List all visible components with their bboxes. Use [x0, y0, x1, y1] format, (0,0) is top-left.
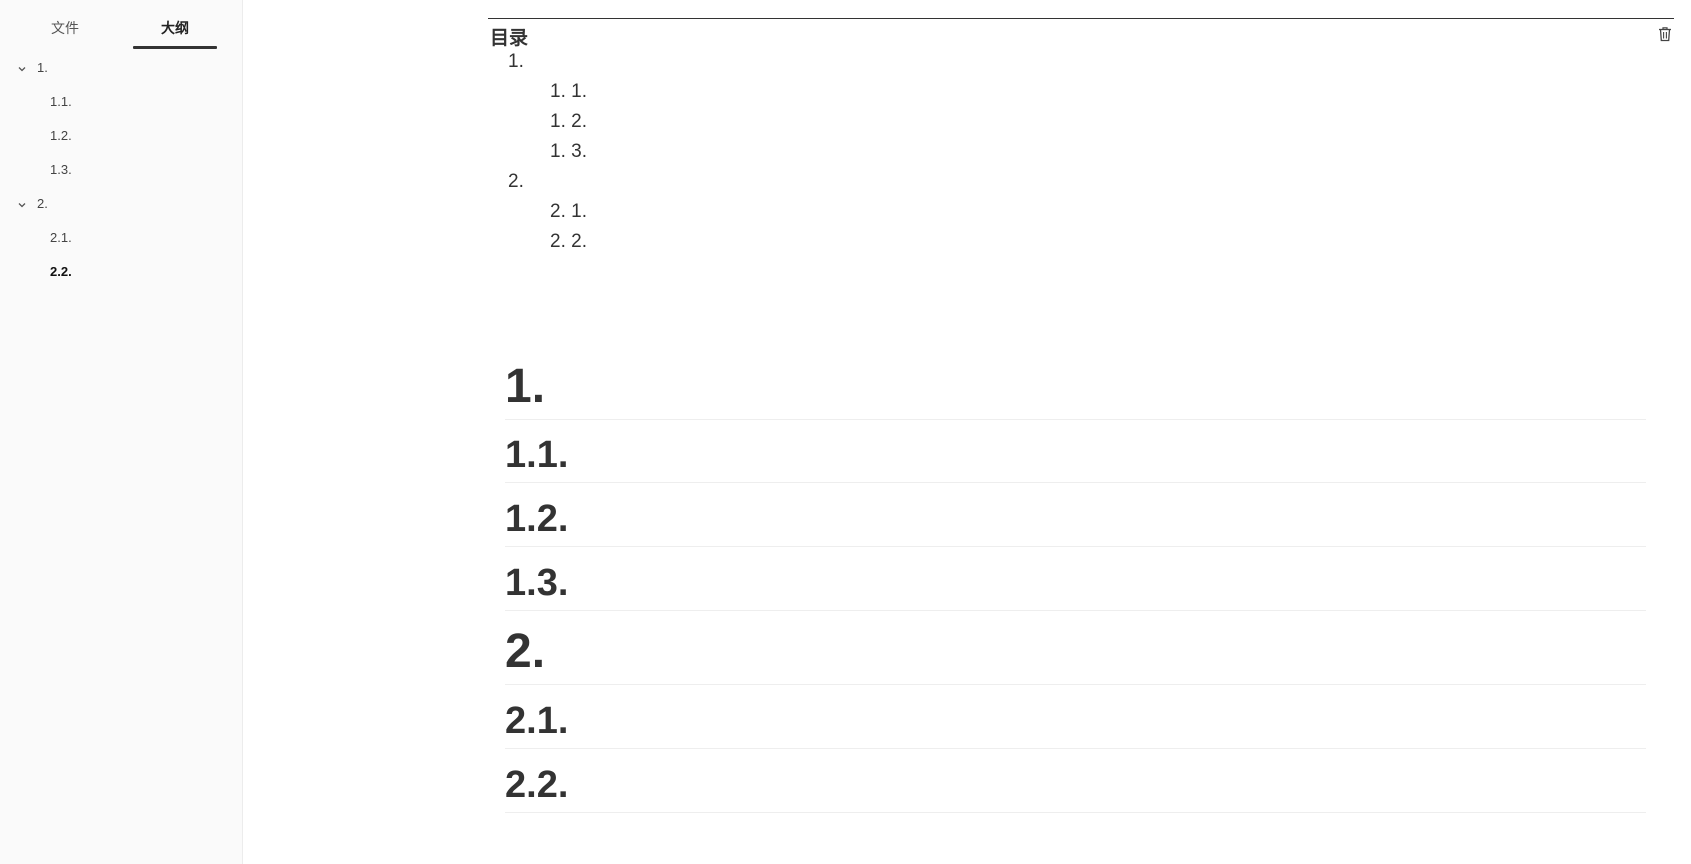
heading-2[interactable]: 2. — [505, 620, 1646, 685]
toc-entry-1-2[interactable]: 1. 2. — [550, 111, 587, 133]
toc-entry-2-2[interactable]: 2. 2. — [550, 231, 587, 253]
chevron-down-icon[interactable] — [16, 63, 28, 75]
toc-entry-1[interactable]: 1. — [508, 51, 524, 73]
outline-item-label: 2.1. — [50, 230, 72, 245]
outline-item-label: 1. — [37, 60, 48, 75]
chevron-down-icon[interactable] — [16, 199, 28, 211]
heading-1-2[interactable]: 1.2. — [505, 492, 1646, 547]
toc-entry-2-1[interactable]: 2. 1. — [550, 201, 587, 223]
toc-entry-2[interactable]: 2. — [508, 171, 524, 193]
heading-1-1[interactable]: 1.1. — [505, 428, 1646, 483]
toc-entry-1-3[interactable]: 1. 3. — [550, 141, 587, 163]
outline-item-label: 2.2. — [50, 264, 72, 279]
heading-1[interactable]: 1. — [505, 355, 1646, 420]
outline-item-2[interactable]: 2. — [16, 190, 246, 218]
heading-2-2[interactable]: 2.2. — [505, 758, 1646, 813]
table-of-contents: 目录 1. 1. 1. 1. 2. 1. 3. 2. 2. 1. 2. 2. — [488, 18, 1674, 252]
editor-content: 目录 1. 1. 1. 1. 2. 1. 3. 2. 2. 1. 2. 2. 1… — [243, 0, 1691, 864]
toc-title: 目录 — [490, 28, 529, 49]
outline-item-1[interactable]: 1. — [16, 54, 246, 82]
app-window: 文件 大纲 1. 1.1. 1.2. 1.3. 2. 2.1. 2.2. 目录 … — [0, 0, 1691, 864]
active-tab-indicator — [133, 46, 217, 49]
sidebar: 文件 大纲 1. 1.1. 1.2. 1.3. 2. 2.1. 2.2. — [0, 0, 243, 864]
outline-item-label: 2. — [37, 196, 48, 211]
tab-files[interactable]: 文件 — [51, 18, 79, 38]
outline-item-label: 1.1. — [50, 94, 72, 109]
sidebar-tabs: 文件 大纲 — [0, 0, 242, 52]
heading-1-3[interactable]: 1.3. — [505, 556, 1646, 611]
outline-item-label: 1.3. — [50, 162, 72, 177]
trash-icon[interactable] — [1658, 26, 1672, 42]
outline-item-label: 1.2. — [50, 128, 72, 143]
heading-2-1[interactable]: 2.1. — [505, 694, 1646, 749]
tab-outline[interactable]: 大纲 — [161, 18, 189, 38]
toc-entry-1-1[interactable]: 1. 1. — [550, 81, 587, 103]
